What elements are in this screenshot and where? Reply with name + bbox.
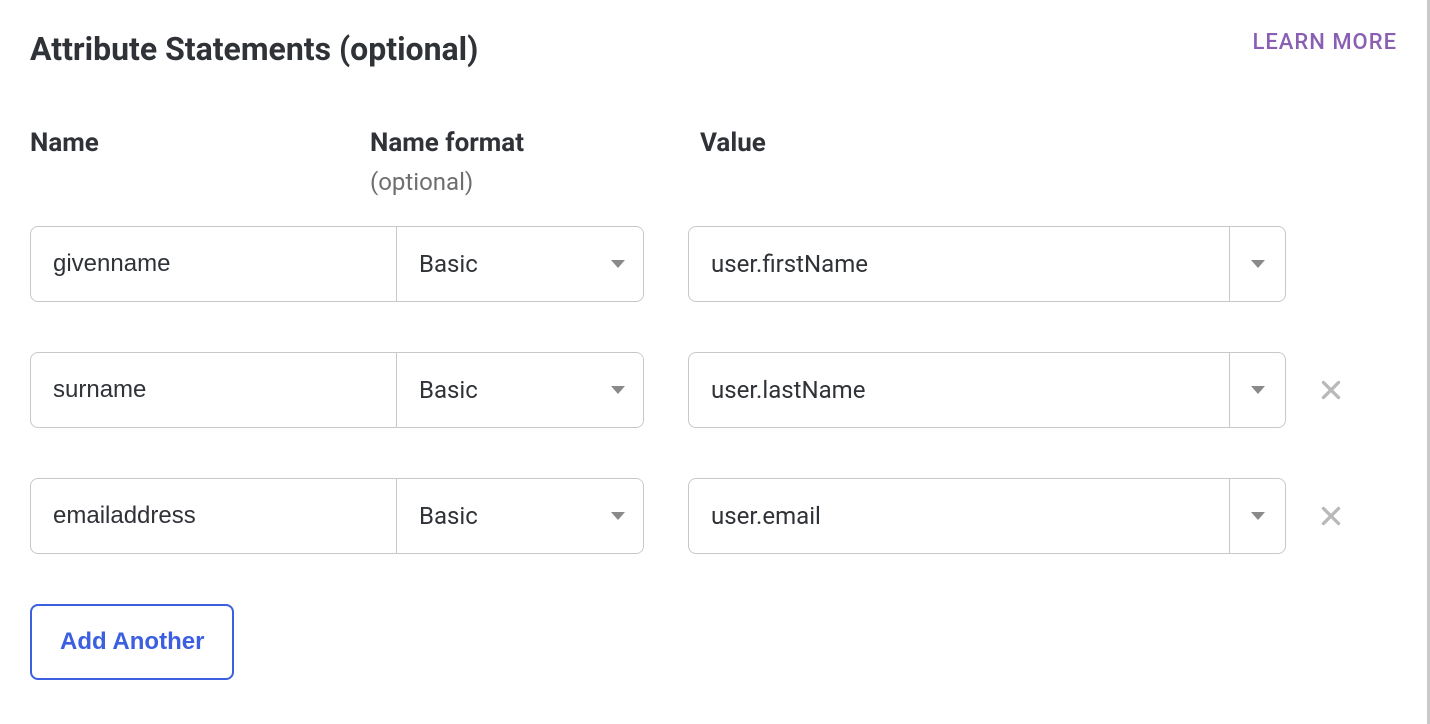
close-icon [1318,377,1344,403]
attribute-value-select[interactable]: user.email [688,478,1286,554]
attribute-value-select[interactable]: user.lastName [688,352,1286,428]
section-title: Attribute Statements (optional) [30,30,478,68]
name-format-value: Basic [419,250,478,278]
chevron-down-icon [1251,260,1265,268]
name-format-select[interactable]: Basic [396,479,643,553]
attribute-rows: Basic user.firstName Basic u [30,226,1397,554]
attribute-row: Basic user.lastName [30,352,1397,428]
name-format-group: Basic [30,226,644,302]
remove-row-button[interactable] [1318,377,1344,403]
attribute-value-text: user.email [689,479,1229,553]
name-format-value: Basic [419,502,478,530]
learn-more-link[interactable]: LEARN MORE [1253,30,1398,55]
attribute-name-input[interactable] [31,227,396,301]
col-header-format: Name format [370,128,700,158]
chevron-down-icon [1251,386,1265,394]
attribute-row: Basic user.email [30,478,1397,554]
name-format-select[interactable]: Basic [396,353,643,427]
col-header-format-hint: (optional) [370,168,700,196]
chevron-down-icon [611,386,625,394]
chevron-down-icon [1251,512,1265,520]
attribute-row: Basic user.firstName [30,226,1397,302]
add-another-button[interactable]: Add Another [30,604,234,680]
name-format-group: Basic [30,352,644,428]
close-icon [1318,503,1344,529]
col-header-value: Value [700,128,1300,158]
col-header-name: Name [30,128,370,158]
remove-row-button[interactable] [1318,503,1344,529]
chevron-down-icon [611,512,625,520]
attribute-name-input[interactable] [31,479,396,553]
attribute-value-text: user.lastName [689,353,1229,427]
attribute-value-select[interactable]: user.firstName [688,226,1286,302]
column-headers: Name Name format (optional) Value [30,128,1397,196]
name-format-select[interactable]: Basic [396,227,643,301]
name-format-value: Basic [419,376,478,404]
chevron-down-icon [611,260,625,268]
attribute-name-input[interactable] [31,353,396,427]
attribute-statements-panel: Attribute Statements (optional) LEARN MO… [0,0,1430,724]
attribute-value-text: user.firstName [689,227,1229,301]
section-header: Attribute Statements (optional) LEARN MO… [30,30,1397,68]
name-format-group: Basic [30,478,644,554]
